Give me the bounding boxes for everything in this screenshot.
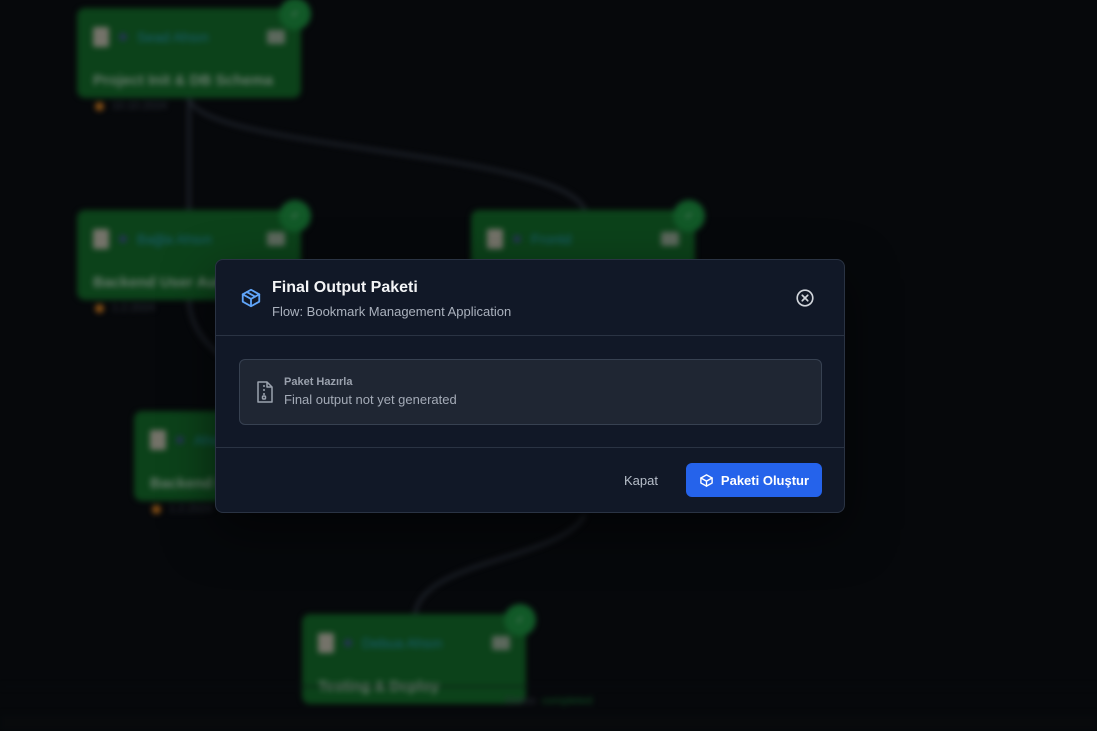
dialog-header: Final Output Paketi Flow: Bookmark Manag… [216, 260, 844, 336]
package-icon [700, 473, 713, 487]
dialog-title: Final Output Paketi [272, 279, 418, 296]
dialog-subtitle: Flow: Bookmark Management Application [272, 304, 512, 319]
dialog-footer: Kapat Paketi Oluştur [216, 448, 844, 512]
file-archive-icon [257, 381, 273, 403]
package-icon [241, 288, 261, 308]
close-button[interactable] [794, 287, 816, 309]
dialog-body: Paket Hazırla Final output not yet gener… [216, 336, 844, 448]
create-package-label: Paketi Oluştur [720, 472, 810, 488]
package-status-label: Paket Hazırla [284, 376, 353, 388]
close-circle-icon [796, 289, 814, 307]
cancel-button[interactable]: Kapat [608, 464, 674, 496]
create-package-button[interactable]: Paketi Oluştur [686, 463, 822, 497]
package-status-box: Paket Hazırla Final output not yet gener… [239, 359, 822, 425]
app-stage: Sead Ahsın ✓ Project Init & DB Schema 10… [0, 0, 1097, 731]
final-output-dialog: Final Output Paketi Flow: Bookmark Manag… [215, 259, 845, 513]
package-status-text: Final output not yet generated [284, 392, 457, 407]
